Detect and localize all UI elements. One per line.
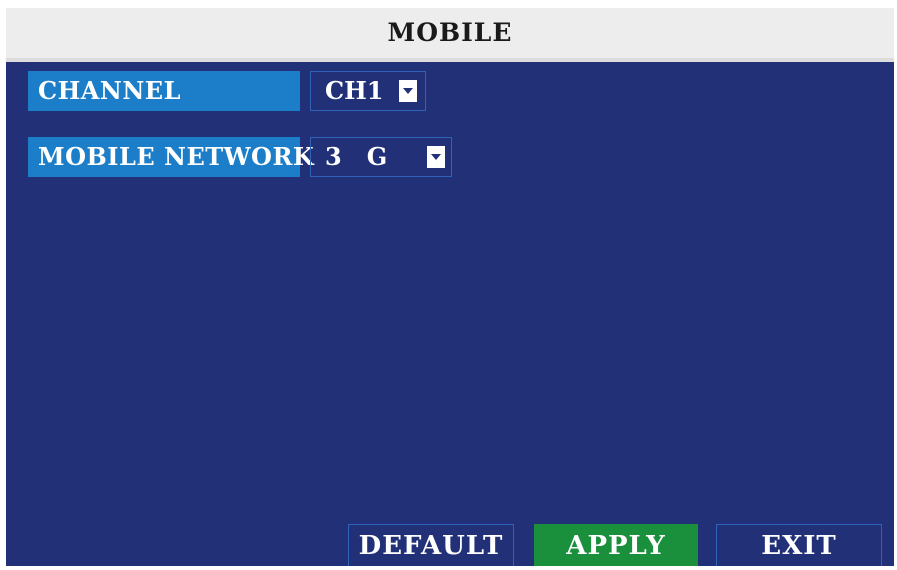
mobile-settings-window: MOBILE CHANNEL CH1 MOBILE NETWORK 3 G DE… — [6, 8, 894, 566]
chevron-down-icon[interactable] — [427, 146, 445, 168]
window-title: MOBILE — [6, 8, 894, 62]
channel-label: CHANNEL — [28, 71, 300, 111]
mobile-network-select[interactable]: 3 G — [310, 137, 452, 177]
chevron-down-icon[interactable] — [399, 80, 417, 102]
mobile-network-label: MOBILE NETWORK — [28, 137, 314, 177]
channel-select-value: CH1 — [325, 76, 384, 105]
mobile-network-select-value: 3 G — [325, 142, 388, 171]
apply-button[interactable]: APPLY — [534, 524, 698, 566]
exit-button[interactable]: EXIT — [716, 524, 882, 566]
default-button[interactable]: DEFAULT — [348, 524, 514, 566]
channel-select[interactable]: CH1 — [310, 71, 426, 111]
